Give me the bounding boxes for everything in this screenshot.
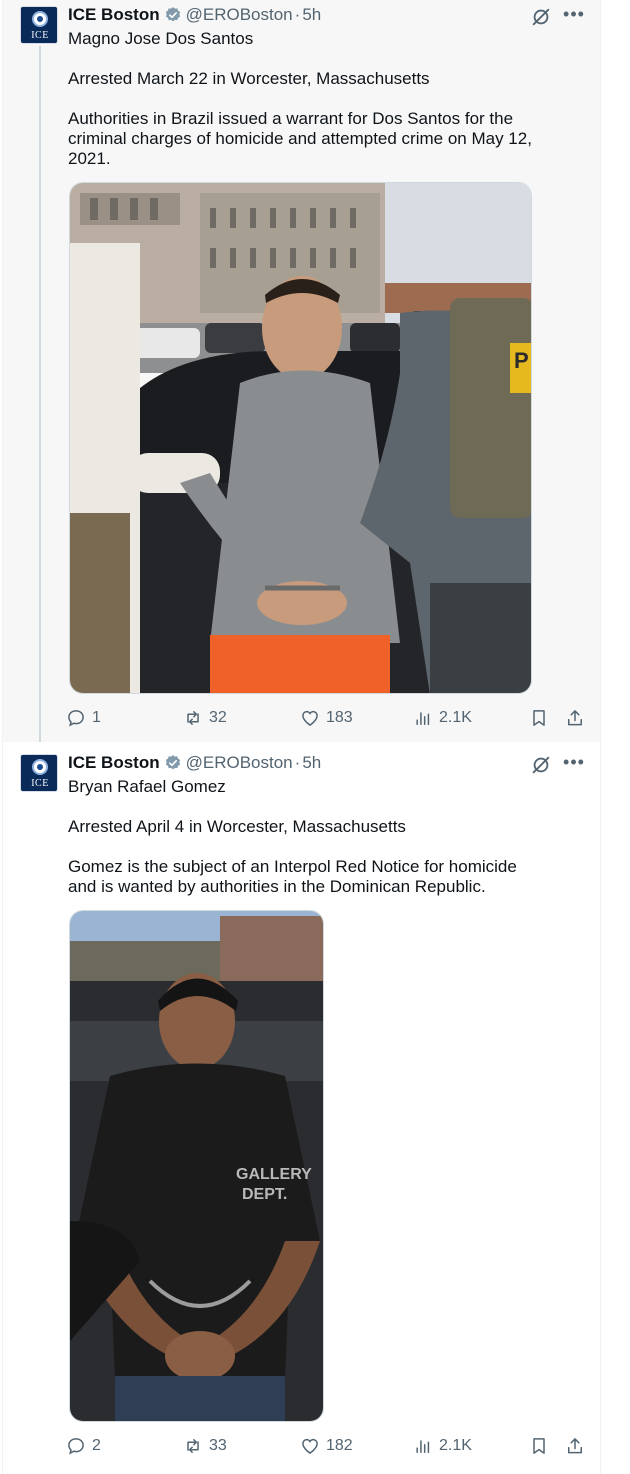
tweet-text-line-detail-2: criminal charges of homicide and attempt… (68, 129, 532, 148)
reply-count: 1 (92, 709, 101, 726)
verified-badge-icon (165, 7, 180, 22)
ice-seal-icon (32, 759, 48, 775)
views-button[interactable]: 2.1K (413, 706, 472, 730)
repost-button[interactable]: 33 (183, 1434, 227, 1458)
tweet-header: ICE Boston @EROBoston · 5h (68, 4, 321, 26)
repost-count: 32 (209, 709, 227, 726)
like-count: 183 (326, 709, 353, 726)
tweet-2[interactable]: ICE ICE Boston @EROBoston · 5h ••• Bryan… (3, 742, 600, 1474)
reply-button[interactable]: 1 (66, 706, 101, 730)
tweet-text-line-arrest: Arrested April 4 in Worcester, Massachus… (68, 817, 406, 836)
shirt-print-line-2: DEPT. (242, 1186, 287, 1203)
tweet-timestamp[interactable]: 5h (302, 5, 321, 25)
author-handle[interactable]: @EROBoston (186, 5, 293, 25)
vest-label: P (514, 348, 529, 373)
tweet-text-line-detail-1: Authorities in Brazil issued a warrant f… (68, 109, 514, 128)
more-options-icon[interactable]: ••• (563, 752, 585, 774)
tweet-text-line-detail-1: Gomez is the subject of an Interpol Red … (68, 857, 517, 876)
author-display-name[interactable]: ICE Boston (68, 753, 160, 773)
repost-count: 33 (209, 1437, 227, 1454)
tweet-text-line-detail-2: and is wanted by authorities in the Domi… (68, 877, 486, 896)
bookmark-icon[interactable] (529, 1436, 549, 1456)
share-icon[interactable] (565, 1436, 585, 1456)
share-icon[interactable] (565, 708, 585, 728)
repost-button[interactable]: 32 (183, 706, 227, 730)
ice-seal-icon (32, 11, 48, 27)
views-count: 2.1K (439, 709, 472, 726)
heart-icon (302, 1438, 318, 1454)
shirt-print-line-1: GALLERY (236, 1166, 312, 1183)
tweet-1[interactable]: ICE ICE Boston @EROBoston · 5h ••• Magno… (3, 0, 600, 742)
author-display-name[interactable]: ICE Boston (68, 5, 160, 25)
tweet-text-line-detail-3: 2021. (68, 149, 111, 168)
verified-badge-icon (165, 755, 180, 770)
tweet-timestamp[interactable]: 5h (302, 753, 321, 773)
like-button[interactable]: 182 (300, 1434, 353, 1458)
reply-count: 2 (92, 1437, 101, 1454)
timeline-feed: ICE ICE Boston @EROBoston · 5h ••• Magno… (0, 0, 630, 1474)
thread-connector-line (39, 46, 41, 742)
tweet-media-photo[interactable]: P (69, 182, 532, 694)
grok-icon[interactable] (530, 754, 552, 776)
tweet-action-bar: 1 32 183 2.1K (63, 706, 593, 730)
tweet-text-line-name: Bryan Rafael Gomez (68, 777, 226, 796)
views-chart-icon (416, 1440, 430, 1453)
feed-border-right (600, 0, 601, 1474)
reply-button[interactable]: 2 (66, 1434, 101, 1458)
avatar-logo-text: ICE (31, 30, 49, 41)
views-chart-icon (416, 712, 430, 725)
repost-icon (187, 1439, 199, 1453)
avatar[interactable]: ICE (20, 754, 58, 792)
tweet-text-line-arrest: Arrested March 22 in Worcester, Massachu… (68, 69, 430, 88)
arrest-photo: P (70, 183, 531, 693)
grok-icon[interactable] (530, 6, 552, 28)
reply-icon (68, 1438, 84, 1455)
like-count: 182 (326, 1437, 353, 1454)
tweet-header: ICE Boston @EROBoston · 5h (68, 752, 321, 774)
bookmark-icon[interactable] (529, 708, 549, 728)
like-button[interactable]: 183 (300, 706, 353, 730)
heart-icon (302, 710, 318, 726)
views-button[interactable]: 2.1K (413, 1434, 472, 1458)
tweet-action-bar: 2 33 182 2.1K (63, 1434, 593, 1458)
tweet-text-line-name: Magno Jose Dos Santos (68, 29, 254, 48)
separator-dot: · (294, 753, 301, 772)
more-options-icon[interactable]: ••• (563, 4, 585, 26)
avatar[interactable]: ICE (20, 6, 58, 44)
avatar-logo-text: ICE (31, 778, 49, 789)
repost-icon (187, 711, 199, 725)
arrest-photo: GALLERY DEPT. (70, 911, 323, 1421)
separator-dot: · (294, 5, 301, 24)
reply-icon (68, 710, 84, 727)
author-handle[interactable]: @EROBoston (186, 753, 293, 773)
views-count: 2.1K (439, 1437, 472, 1454)
tweet-media-photo[interactable]: GALLERY DEPT. (69, 910, 324, 1422)
